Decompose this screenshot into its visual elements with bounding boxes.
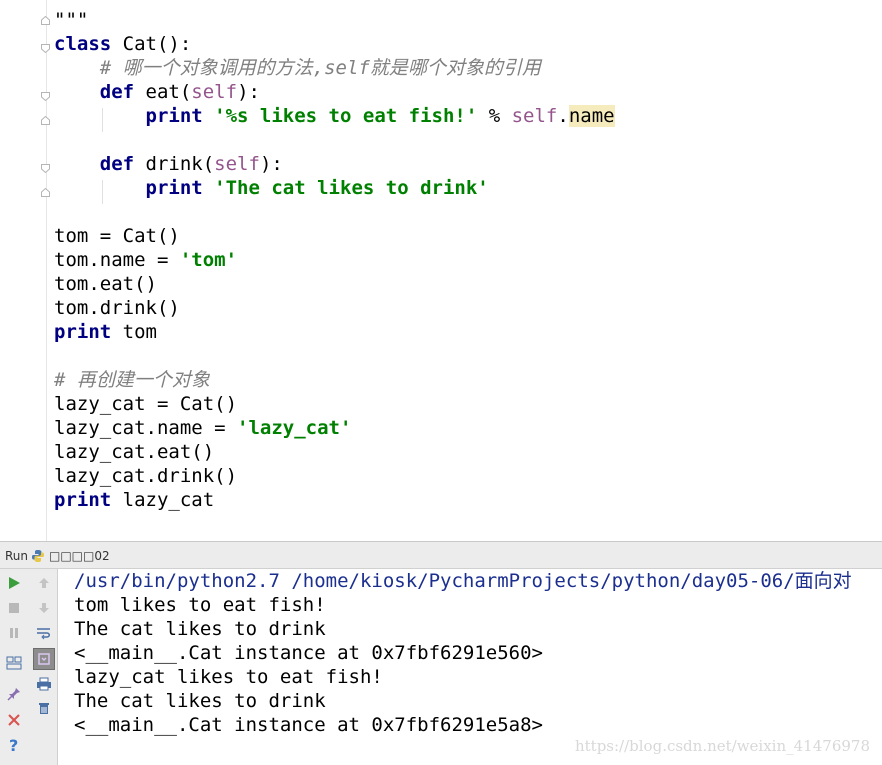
console-command-line: /usr/bin/python2.7 /home/kiosk/PycharmPr…: [74, 570, 852, 592]
console-line: lazy_cat likes to eat fish!: [74, 666, 383, 688]
console-line: The cat likes to drink: [74, 690, 326, 712]
console-output[interactable]: /usr/bin/python2.7 /home/kiosk/PycharmPr…: [58, 569, 882, 765]
code-line[interactable]: print '%s likes to eat fish!' % self.nam…: [54, 104, 615, 128]
code-string: 'tom': [179, 249, 238, 271]
code-highlighted-token: name: [568, 105, 615, 127]
code-keyword: class: [54, 33, 112, 55]
layout-icon[interactable]: [5, 654, 23, 672]
pause-icon[interactable]: [5, 624, 23, 642]
down-arrow-icon[interactable]: [35, 599, 53, 617]
code-editor[interactable]: """ class Cat(): # 哪一个对象调用的方法,self就是哪个对象的…: [0, 0, 882, 541]
soft-wrap-icon[interactable]: [35, 624, 53, 642]
code-text: Cat():: [111, 33, 192, 55]
code-text: tom = Cat(): [54, 225, 180, 247]
code-text: """: [54, 9, 89, 31]
editor-gutter: [0, 0, 46, 541]
console-line: <__main__.Cat instance at 0x7fbf6291e5a8…: [74, 714, 543, 736]
code-text: %: [477, 105, 512, 127]
code-text: tom.drink(): [54, 297, 180, 319]
pin-icon[interactable]: [5, 685, 23, 703]
svg-text:?: ?: [9, 737, 18, 753]
code-text: ):: [259, 153, 283, 175]
fold-start-icon[interactable]: [41, 164, 50, 173]
code-text: tom.eat(): [54, 273, 157, 295]
code-text: lazy_cat = Cat(): [54, 393, 238, 415]
print-icon[interactable]: [35, 675, 53, 693]
code-keyword: print: [54, 489, 112, 511]
code-text: tom: [111, 321, 157, 343]
code-line[interactable]: print lazy_cat: [54, 488, 214, 512]
code-line[interactable]: lazy_cat = Cat(): [54, 392, 237, 416]
code-line[interactable]: print tom: [54, 320, 157, 344]
code-line[interactable]: lazy_cat.name = 'lazy_cat': [54, 416, 351, 440]
console-line: tom likes to eat fish!: [74, 594, 326, 616]
code-line[interactable]: """: [54, 8, 88, 32]
code-keyword: def: [99, 81, 135, 103]
run-tab-label[interactable]: Run: [5, 549, 28, 563]
code-comment: # 再创建一个对象: [54, 369, 210, 391]
code-text: lazy_cat.eat(): [54, 441, 215, 463]
code-text: lazy_cat.name =: [54, 417, 238, 439]
trash-icon[interactable]: [35, 699, 53, 717]
close-icon[interactable]: [5, 711, 23, 729]
code-self: self: [214, 153, 260, 175]
help-icon[interactable]: ?: [5, 736, 23, 754]
code-line[interactable]: def drink(self):: [54, 152, 283, 176]
python-icon: [31, 549, 45, 563]
code-self: self: [191, 81, 238, 103]
code-text: ):: [237, 81, 260, 103]
code-keyword: print: [145, 177, 203, 199]
code-line[interactable]: tom.drink(): [54, 296, 180, 320]
gutter-divider: [46, 0, 47, 541]
code-line[interactable]: # 哪一个对象调用的方法,self就是哪个对象的引用: [54, 56, 541, 80]
code-text: lazy_cat.drink(): [54, 465, 238, 487]
code-text: drink(: [134, 153, 215, 175]
up-arrow-icon[interactable]: [35, 574, 53, 592]
code-string: 'lazy_cat': [237, 417, 352, 439]
code-keyword: print: [145, 105, 203, 127]
fold-start-icon[interactable]: [41, 44, 50, 53]
code-line[interactable]: tom = Cat(): [54, 224, 180, 248]
code-self: self: [511, 105, 558, 127]
code-line[interactable]: # 再创建一个对象: [54, 368, 210, 392]
code-text: .: [557, 105, 569, 127]
fold-end-icon[interactable]: [41, 16, 50, 25]
code-line[interactable]: print 'The cat likes to drink': [54, 176, 489, 200]
run-toolbar: ?: [0, 569, 58, 765]
watermark: https://blog.csdn.net/weixin_41476978: [574, 737, 870, 755]
run-panel-header: Run □□□□02: [0, 541, 882, 569]
fold-start-icon[interactable]: [41, 92, 50, 101]
run-configuration-name[interactable]: □□□□02: [49, 549, 110, 563]
code-text: tom.name =: [54, 249, 180, 271]
code-string: 'The cat likes to drink': [214, 177, 489, 199]
run-icon[interactable]: [5, 574, 23, 592]
code-line[interactable]: class Cat():: [54, 32, 191, 56]
code-line[interactable]: tom.name = 'tom': [54, 248, 237, 272]
code-text: lazy_cat: [111, 489, 215, 511]
code-keyword: print: [54, 321, 112, 343]
code-comment: # 哪一个对象调用的方法,self就是哪个对象的引用: [54, 57, 541, 79]
code-line[interactable]: tom.eat(): [54, 272, 157, 296]
code-line[interactable]: lazy_cat.drink(): [54, 464, 237, 488]
code-line[interactable]: lazy_cat.eat(): [54, 440, 214, 464]
stop-icon[interactable]: [5, 599, 23, 617]
console-line: <__main__.Cat instance at 0x7fbf6291e560…: [74, 642, 543, 664]
code-line[interactable]: def eat(self):: [54, 80, 260, 104]
fold-end-icon[interactable]: [41, 188, 50, 197]
console-line: The cat likes to drink: [74, 618, 326, 640]
code-text: eat(: [134, 81, 192, 103]
code-string: '%s likes to eat fish!': [214, 105, 478, 127]
code-keyword: def: [99, 153, 135, 175]
fold-end-icon[interactable]: [41, 116, 50, 125]
scroll-to-end-icon[interactable]: [33, 648, 55, 670]
